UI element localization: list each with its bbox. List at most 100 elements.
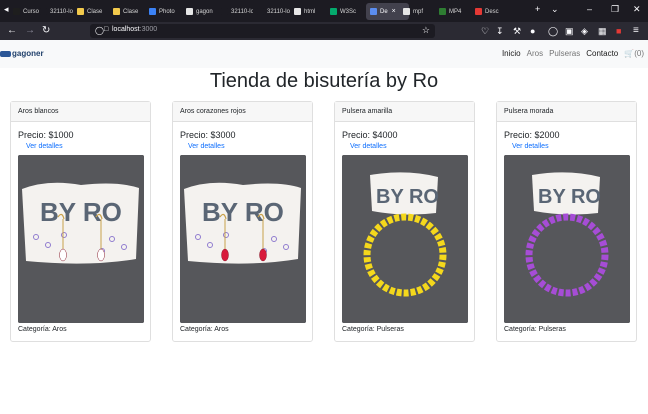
tab-label: Photo [159, 8, 175, 15]
maximize-icon[interactable]: ❐ [611, 4, 619, 15]
browser-tab[interactable]: Cursos [13, 3, 39, 20]
nav-link-pulseras[interactable]: Pulseras [549, 49, 580, 58]
tab-label: Clase [123, 8, 139, 15]
svg-text:BY RO: BY RO [376, 186, 439, 208]
back-icon[interactable]: ← [7, 25, 17, 37]
extension-icon[interactable]: ● [530, 25, 535, 37]
product-name: Aros blancos [11, 102, 150, 122]
view-details-link[interactable]: Ver detalles [26, 143, 63, 150]
shield-icon[interactable]: ◯ [95, 26, 104, 35]
product-name: Pulsera morada [497, 102, 636, 122]
tab-favicon-icon [294, 8, 301, 15]
svg-text:BY RO: BY RO [202, 197, 284, 227]
minimize-icon[interactable]: – [587, 4, 592, 14]
tab-overflow-icon[interactable]: ⌄ [551, 4, 559, 15]
extension-wrench-icon[interactable]: ⚒ [513, 25, 521, 37]
tab-label: W3Sc [340, 8, 357, 15]
nav-links: Inicio Aros Pulseras Contacto 🛒(0) [502, 49, 644, 58]
view-details-link[interactable]: Ver detalles [350, 143, 387, 150]
product-card: Pulsera amarilla Precio: $4000 Ver detalle… [334, 101, 475, 342]
tab-favicon-icon [40, 8, 47, 15]
browser-toolbar: ← → ↻ ◯ □ localhost:3000 ☆ ♡ ↧ ⚒ ● ◯ ▣ ◈… [0, 22, 648, 40]
tab-list-icon[interactable]: ◂ [4, 4, 9, 15]
product-card: Aros corazones rojos Precio: $3000 Ver det… [172, 101, 313, 342]
tab-label: 32110-lo [267, 8, 290, 15]
url-text[interactable]: localhost:3000 [112, 26, 157, 33]
cart-count: (0) [634, 49, 644, 58]
url-bar[interactable]: ◯ □ localhost:3000 ☆ [90, 24, 435, 38]
account-icon[interactable]: ◯ [548, 25, 558, 37]
close-tab-icon[interactable]: × [392, 8, 396, 15]
cart-icon: 🛒 [624, 49, 635, 58]
browser-tab[interactable]: 32110-lo [257, 3, 290, 20]
tab-label: html [304, 8, 316, 15]
cart-link[interactable]: 🛒(0) [624, 49, 644, 58]
browser-tab[interactable]: Desc [475, 3, 511, 20]
forward-icon[interactable]: → [25, 25, 35, 37]
extension-puzzle-icon[interactable]: ▦ [598, 25, 607, 37]
tab-favicon-icon [77, 8, 84, 15]
browser-tab[interactable]: mpf [403, 3, 435, 20]
brand-name[interactable]: gagoner [12, 49, 44, 58]
new-tab-icon[interactable]: + [535, 4, 540, 14]
bookmark-star-icon[interactable]: ☆ [422, 25, 430, 36]
extension-red-icon[interactable]: ■ [616, 25, 621, 37]
browser-tab[interactable]: 32110-lo [221, 3, 253, 20]
product-image[interactable]: BY RO [18, 155, 144, 323]
extension-shield-icon[interactable]: ◈ [581, 25, 588, 37]
tab-favicon-icon [439, 8, 446, 15]
product-card: Pulsera morada Precio: $2000 Ver detalles … [496, 101, 637, 342]
product-price: Precio: $1000 [18, 130, 74, 140]
product-image[interactable]: BY RO [180, 155, 306, 323]
page-info-icon[interactable]: □ [104, 26, 108, 33]
product-price: Precio: $2000 [504, 130, 560, 140]
reload-icon[interactable]: ↻ [42, 25, 50, 37]
tab-favicon-icon [221, 8, 228, 15]
product-card-display: BY RO [370, 172, 439, 215]
browser-tab[interactable]: 32110-lo [40, 3, 76, 20]
product-image[interactable]: BY RO [342, 155, 468, 323]
tab-favicon-icon [13, 8, 20, 15]
product-category: Categoría: Pulseras [504, 326, 566, 333]
browser-tab[interactable]: MP4 [439, 3, 471, 20]
browser-tab[interactable]: html [294, 3, 327, 20]
view-details-link[interactable]: Ver detalles [512, 143, 549, 150]
brand-logo[interactable]: gagoner [0, 49, 44, 58]
product-category: Categoría: Aros [180, 326, 229, 333]
brand-mark-icon [0, 50, 11, 57]
product-name: Pulsera amarilla [335, 102, 474, 122]
tab-label: gagon [196, 8, 213, 15]
browser-tab[interactable]: W3Sc [330, 3, 363, 20]
browser-tab[interactable]: Photo [149, 3, 182, 20]
tab-favicon-icon [257, 8, 264, 15]
nav-link-inicio[interactable]: Inicio [502, 49, 521, 58]
tab-label: MP4 [449, 8, 462, 15]
tab-label: Cursos [23, 8, 39, 15]
tab-label: 32110-lo [231, 8, 253, 15]
tab-label: Desc [485, 8, 499, 15]
nav-link-aros[interactable]: Aros [527, 49, 543, 58]
view-details-link[interactable]: Ver detalles [188, 143, 225, 150]
browser-tab[interactable]: Clase [77, 3, 110, 20]
tab-label: 32110-lo [50, 8, 73, 15]
product-price: Precio: $4000 [342, 130, 398, 140]
product-price: Precio: $3000 [180, 130, 236, 140]
tab-favicon-icon [186, 8, 193, 15]
downloads-icon[interactable]: ↧ [496, 25, 504, 37]
tab-favicon-icon [475, 8, 482, 15]
svg-text:BY RO: BY RO [538, 186, 601, 208]
tab-favicon-icon [113, 8, 120, 15]
page-title: Tienda de bisutería by Ro [209, 70, 439, 92]
site-navbar: gagoner Inicio Aros Pulseras Contacto 🛒(… [0, 40, 648, 68]
menu-icon[interactable]: ≡ [633, 25, 639, 37]
svg-text:BY RO: BY RO [40, 197, 122, 227]
pocket-icon[interactable]: ♡ [481, 25, 489, 37]
browser-tab[interactable]: gagon [186, 3, 218, 20]
extension-box-icon[interactable]: ▣ [565, 25, 574, 37]
tab-label: mpf [413, 8, 424, 15]
browser-tab[interactable]: Clase [113, 3, 146, 20]
product-image[interactable]: BY RO [504, 155, 630, 323]
tab-favicon-icon [403, 8, 410, 15]
nav-link-contacto[interactable]: Contacto [586, 49, 618, 58]
close-window-icon[interactable]: ✕ [633, 4, 641, 15]
